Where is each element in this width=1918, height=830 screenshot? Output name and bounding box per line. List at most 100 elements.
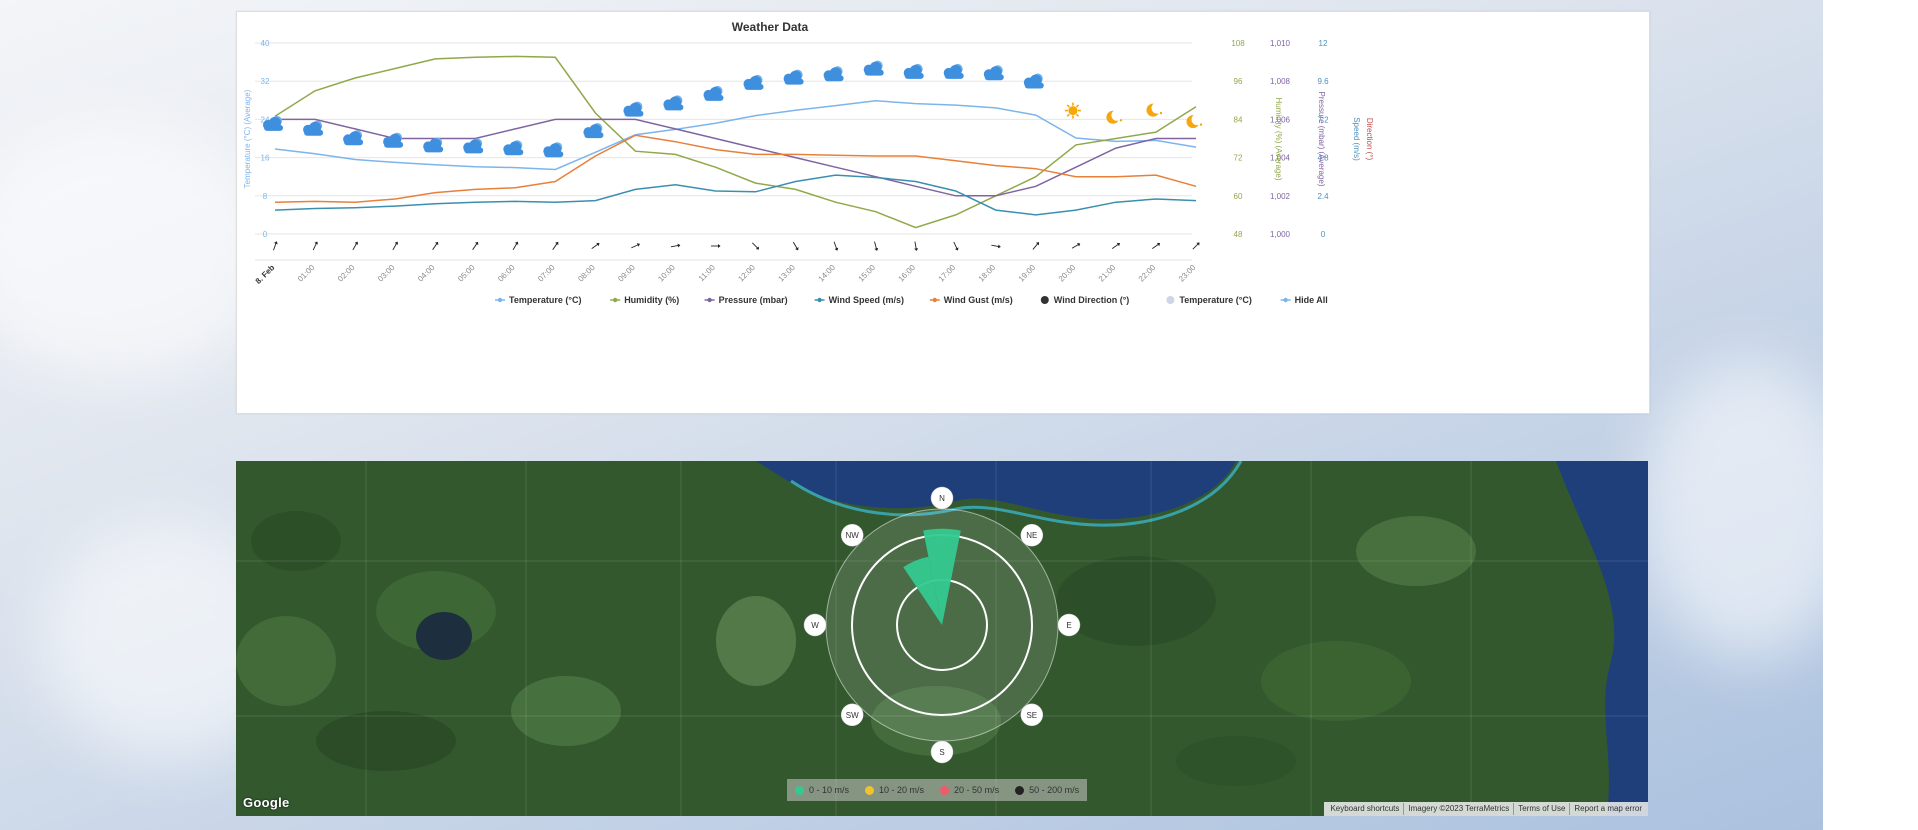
legend-item[interactable]: Temperature (°C) bbox=[1166, 295, 1252, 305]
wind-direction-arrow bbox=[792, 241, 799, 251]
wind-direction-arrow bbox=[670, 243, 681, 248]
series-line[interactable] bbox=[274, 134, 1197, 203]
terrain-patch bbox=[1261, 641, 1411, 721]
axis-title: Temperature (°C) (Average) bbox=[243, 89, 252, 188]
compass-label-text: SW bbox=[846, 711, 859, 720]
terrain-patch bbox=[236, 616, 336, 706]
cloud-weather-icon bbox=[583, 123, 604, 139]
compass-label-text: NW bbox=[846, 531, 860, 540]
x-tick-label: 05:00 bbox=[456, 263, 477, 284]
rose-legend-item[interactable]: 10 - 20 m/s bbox=[865, 785, 924, 795]
cloud-base bbox=[944, 72, 964, 79]
cloud-weather-icon bbox=[383, 132, 404, 148]
compass-label: E bbox=[1057, 613, 1081, 637]
cloud-base bbox=[544, 151, 564, 158]
axis-tick-label: 48 bbox=[1234, 230, 1243, 239]
wind-direction-arrow bbox=[591, 242, 600, 249]
legend-item[interactable]: Pressure (mbar) bbox=[704, 295, 788, 305]
terrain-patch bbox=[1176, 736, 1296, 786]
legend-item[interactable]: Wind Direction (°) bbox=[1040, 295, 1130, 305]
arrow-head bbox=[394, 241, 399, 245]
legend-item[interactable]: Wind Gust (m/s) bbox=[929, 295, 1013, 305]
wind-direction-arrow bbox=[392, 241, 399, 251]
cloud-weather-icon bbox=[903, 63, 924, 79]
legend-marker bbox=[613, 297, 618, 303]
lake bbox=[416, 612, 472, 660]
rose-legend-item[interactable]: 0 - 10 m/s bbox=[795, 785, 849, 795]
terms-of-use-link[interactable]: Terms of Use bbox=[1513, 803, 1569, 815]
rose-legend-item[interactable]: 20 - 50 m/s bbox=[940, 785, 999, 795]
series-line[interactable] bbox=[274, 174, 1197, 216]
arrow-head bbox=[914, 248, 919, 251]
x-tick-label: 13:00 bbox=[776, 263, 797, 284]
x-tick-label: 16:00 bbox=[897, 263, 918, 284]
cloud-weather-icon bbox=[983, 65, 1004, 81]
cloud-base bbox=[784, 78, 804, 85]
compass-label: W bbox=[803, 613, 827, 637]
rose-legend-label: 20 - 50 m/s bbox=[954, 785, 1000, 795]
cloud-weather-icon bbox=[343, 130, 364, 146]
arrow-head bbox=[434, 241, 439, 246]
rose-legend-label: 10 - 20 m/s bbox=[879, 785, 925, 795]
cloud-base bbox=[504, 149, 524, 156]
cloud-base bbox=[344, 139, 364, 146]
series-line[interactable] bbox=[274, 55, 1197, 229]
compass-label: NE bbox=[1020, 523, 1044, 547]
arrow-head bbox=[1156, 242, 1161, 247]
x-tick-label: 20:00 bbox=[1057, 263, 1078, 284]
arrow-head bbox=[474, 241, 479, 246]
sun-ray bbox=[1075, 104, 1080, 108]
legend-marker bbox=[1283, 297, 1288, 303]
x-tick-label: 07:00 bbox=[536, 263, 557, 284]
compass-label-text: N bbox=[939, 494, 945, 503]
x-tick-label: 18:00 bbox=[977, 263, 998, 284]
legend-item[interactable]: Humidity (%) bbox=[610, 295, 679, 305]
chart-title: Weather Data bbox=[732, 20, 809, 34]
x-tick-label: 19:00 bbox=[1017, 263, 1038, 284]
sun-disc bbox=[1068, 106, 1078, 116]
cloud-base bbox=[384, 141, 404, 148]
cloud-weather-icon bbox=[623, 101, 644, 117]
axis-title: Speed (m/s) bbox=[1352, 117, 1361, 161]
arrow-head bbox=[677, 243, 681, 248]
map-attribution: Keyboard shortcuts Imagery ©2023 TerraMe… bbox=[1324, 802, 1648, 816]
moon-star bbox=[1199, 123, 1203, 126]
legend-label: Temperature (°C) bbox=[1179, 295, 1251, 305]
x-tick-label: 12:00 bbox=[736, 263, 757, 284]
cloud-weather-icon bbox=[463, 138, 484, 154]
google-logo[interactable]: Google bbox=[243, 795, 290, 810]
cloud-weather-icon bbox=[823, 66, 844, 82]
x-tick-label: 01:00 bbox=[296, 263, 317, 284]
legend-item[interactable]: Temperature (°C) bbox=[495, 295, 581, 305]
legend-dot-icon bbox=[865, 785, 875, 795]
arrow-head bbox=[718, 244, 721, 248]
legend-marker bbox=[932, 297, 937, 303]
wind-direction-arrow bbox=[1192, 242, 1200, 250]
legend-label: Wind Speed (m/s) bbox=[829, 295, 904, 305]
wind-direction-arrow bbox=[1032, 242, 1040, 250]
legend-marker bbox=[817, 297, 822, 303]
rose-legend-item[interactable]: 50 - 200 m/s bbox=[1015, 785, 1079, 795]
x-tick-label: 14:00 bbox=[817, 263, 838, 284]
report-map-error-link[interactable]: Report a map error bbox=[1569, 803, 1646, 815]
legend-item[interactable]: Hide All bbox=[1280, 295, 1328, 305]
compass-label: NW bbox=[840, 523, 864, 547]
cloud-base bbox=[464, 147, 484, 154]
axis-tick-label: 16 bbox=[261, 154, 270, 163]
moon-weather-icon bbox=[1186, 114, 1203, 129]
legend-marker bbox=[1166, 296, 1175, 304]
satellite-map[interactable]: N NE E SE S SW W NW bbox=[236, 461, 1648, 816]
legend-label: Humidity (%) bbox=[624, 295, 679, 305]
x-tick-label: 22:00 bbox=[1137, 263, 1158, 284]
cloud-base bbox=[744, 83, 764, 90]
wind-direction-arrow bbox=[953, 241, 959, 251]
legend-item[interactable]: Wind Speed (m/s) bbox=[814, 295, 904, 305]
compass-label: SW bbox=[840, 703, 864, 727]
arrow-head bbox=[954, 247, 959, 251]
compass-label: N bbox=[930, 486, 954, 510]
wind-rose-map[interactable]: N NE E SE S SW W NW 0 - 10 m/s 10 - 20 m/s 20 -… bbox=[236, 461, 1648, 816]
cloud-weather-icon bbox=[783, 69, 804, 85]
legend-dot-icon bbox=[1015, 785, 1025, 795]
keyboard-shortcuts-link[interactable]: Keyboard shortcuts bbox=[1326, 803, 1403, 815]
axis-tick-label: 84 bbox=[1234, 115, 1243, 124]
